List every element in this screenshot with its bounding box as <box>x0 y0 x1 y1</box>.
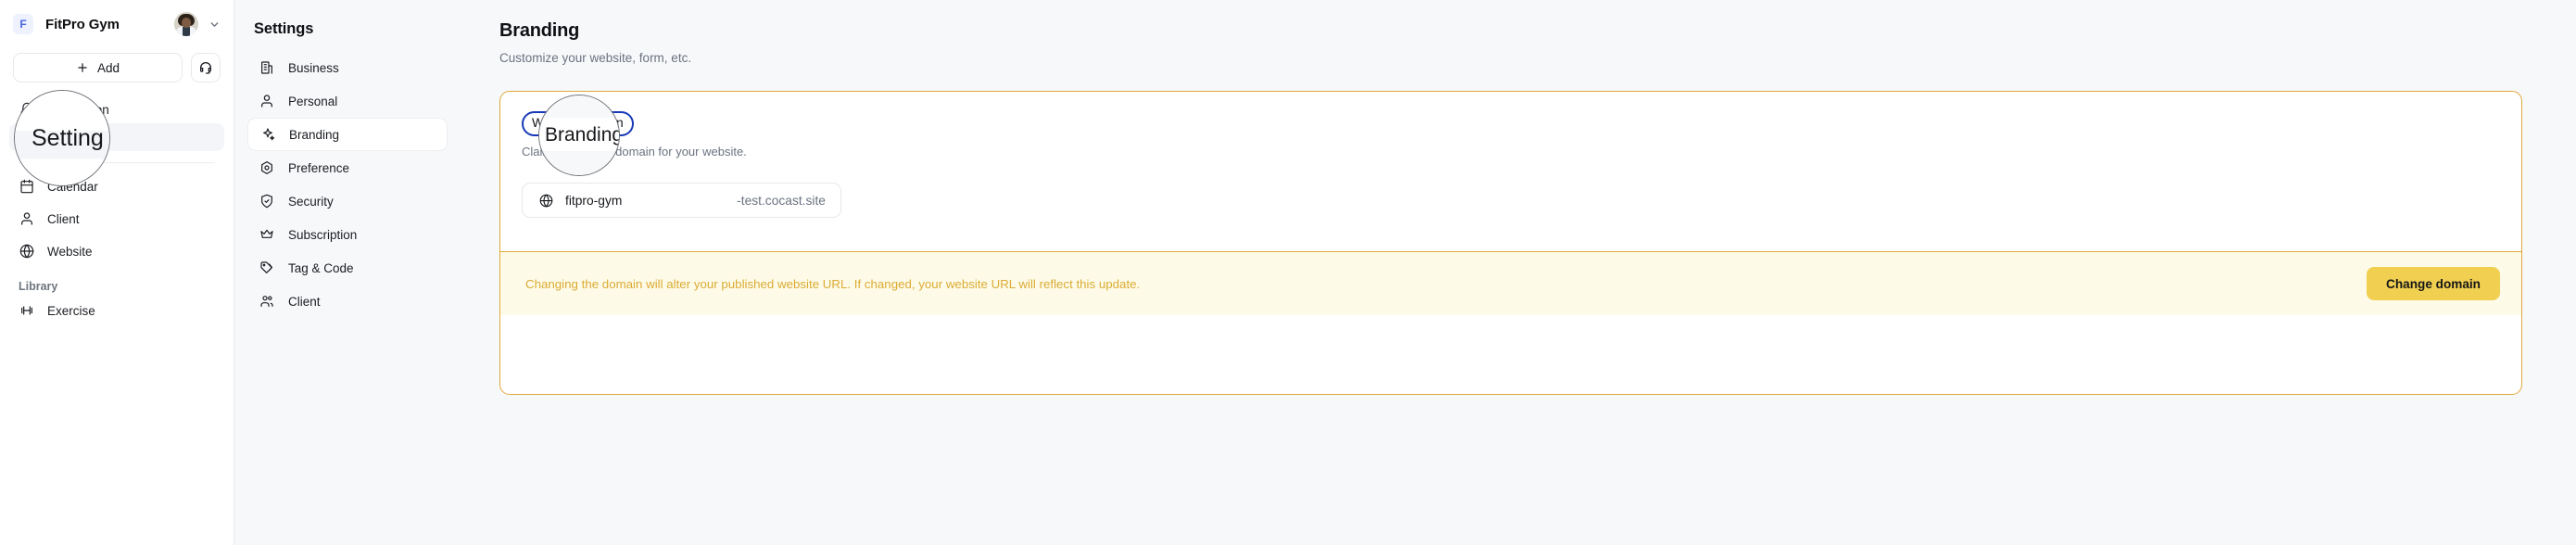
add-button[interactable]: Add <box>13 53 183 82</box>
sidebar-item-label: Calendar <box>47 179 98 194</box>
gear-icon <box>19 130 34 146</box>
sidebar-section-library: Library <box>19 280 58 293</box>
settings-item-tag-and-code[interactable]: Tag & Code <box>247 251 448 285</box>
settings-nav-panel: Settings Business Personal Branding Pref… <box>234 0 620 545</box>
sidebar-item-client[interactable]: Client <box>9 205 224 233</box>
sidebar-item-label: Website <box>47 244 93 259</box>
headset-icon[interactable] <box>191 53 221 82</box>
crown-icon <box>259 227 274 243</box>
chevron-down-icon[interactable] <box>208 18 221 31</box>
settings-item-security[interactable]: Security <box>247 184 448 218</box>
domain-warning-text: Changing the domain will alter your publ… <box>525 276 1141 291</box>
settings-item-label: Subscription <box>288 227 358 242</box>
page-title: Branding <box>499 20 580 41</box>
calendar-icon <box>19 179 34 195</box>
sidebar-item-website[interactable]: Website <box>9 237 224 265</box>
website-domain-card-body: Website domain Claim the unique domain f… <box>500 92 2521 219</box>
avatar[interactable] <box>174 12 198 36</box>
website-domain-help: Claim the unique domain for your website… <box>522 145 747 159</box>
website-domain-label: Website domain <box>522 111 634 137</box>
app-root: F FitPro Gym Add Notification Setting Ca… <box>0 0 2576 545</box>
website-domain-suffix: -test.cocast.site <box>737 193 826 208</box>
sidebar-item-label: Setting <box>47 130 87 145</box>
main-content: Branding Customize your website, form, e… <box>461 0 2576 545</box>
tags-icon <box>259 260 274 276</box>
settings-item-label: Preference <box>288 160 350 175</box>
settings-item-branding[interactable]: Branding <box>247 118 448 151</box>
settings-item-label: Personal <box>288 94 338 108</box>
add-button-label: Add <box>96 60 120 75</box>
users-icon <box>259 294 274 310</box>
domain-warning-banner: Changing the domain will alter your publ… <box>500 251 2521 316</box>
sidebar-item-exercise[interactable]: Exercise <box>9 297 224 324</box>
primary-sidebar: F FitPro Gym Add Notification Setting Ca… <box>0 0 234 545</box>
website-domain-value: fitpro-gym <box>565 193 623 208</box>
sidebar-item-label: Client <box>47 211 80 226</box>
change-domain-button[interactable]: Change domain <box>2367 267 2500 301</box>
shield-check-icon <box>259 194 274 209</box>
hexagon-target-icon <box>259 160 274 176</box>
sidebar-item-label: Exercise <box>47 303 95 318</box>
sidebar-item-setting[interactable]: Setting <box>9 123 224 151</box>
page-subtitle: Customize your website, form, etc. <box>499 51 692 65</box>
user-icon <box>259 94 274 109</box>
settings-item-label: Client <box>288 294 321 309</box>
settings-item-label: Branding <box>289 127 340 142</box>
settings-panel-title: Settings <box>254 20 314 37</box>
globe-icon <box>19 244 34 260</box>
building-icon <box>259 60 274 76</box>
sidebar-item-notification[interactable]: Notification <box>9 95 224 123</box>
field-label-highlight: Website domain <box>522 111 634 137</box>
settings-item-business[interactable]: Business <box>247 51 448 84</box>
sparkle-icon <box>259 127 275 143</box>
settings-item-client[interactable]: Client <box>247 285 448 318</box>
sidebar-item-calendar[interactable]: Calendar <box>9 172 224 200</box>
dumbbell-icon <box>19 303 34 319</box>
settings-item-label: Security <box>288 194 334 209</box>
settings-item-label: Business <box>288 60 339 75</box>
website-domain-card: Website domain Claim the unique domain f… <box>499 91 2522 395</box>
settings-item-personal[interactable]: Personal <box>247 84 448 118</box>
sidebar-library-nav: Exercise <box>0 297 234 324</box>
user-icon <box>19 211 34 227</box>
bell-icon <box>19 102 34 118</box>
sidebar-nav: Notification Setting Calendar Client Web… <box>0 95 234 265</box>
settings-item-preference[interactable]: Preference <box>247 151 448 184</box>
settings-item-label: Tag & Code <box>288 260 354 275</box>
workspace-name: FitPro Gym <box>45 16 120 32</box>
website-domain-input[interactable]: fitpro-gym -test.cocast.site <box>522 183 841 219</box>
sidebar-item-label: Notification <box>47 102 109 117</box>
workspace-badge: F <box>13 14 33 34</box>
sidebar-divider <box>19 162 215 163</box>
sidebar-actions: Add <box>0 53 234 82</box>
workspace-switcher[interactable]: F FitPro Gym <box>0 0 234 48</box>
settings-item-subscription[interactable]: Subscription <box>247 218 448 251</box>
globe-icon <box>538 193 553 208</box>
